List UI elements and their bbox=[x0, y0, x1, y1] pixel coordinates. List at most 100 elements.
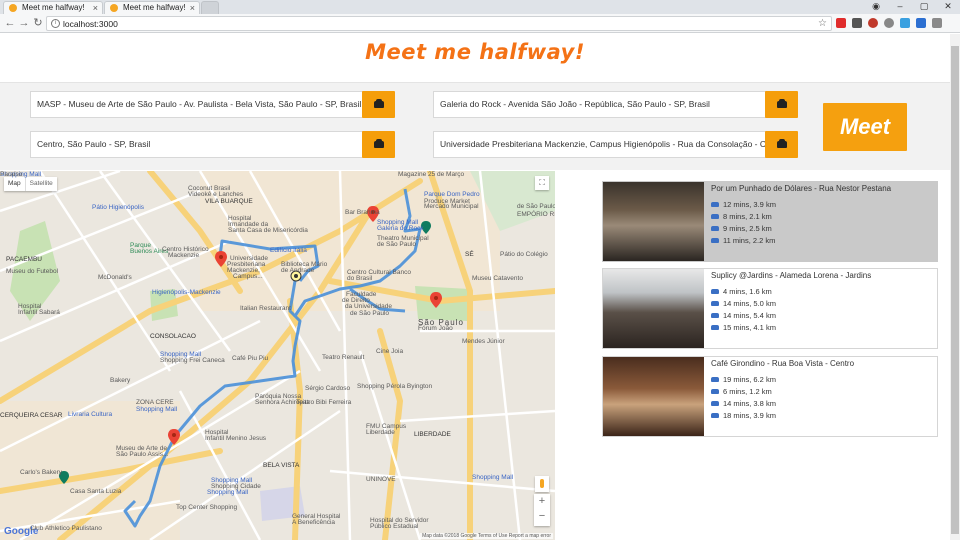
pegman-icon[interactable] bbox=[535, 476, 549, 492]
close-tab-icon[interactable]: × bbox=[93, 2, 98, 14]
extension-icon[interactable] bbox=[884, 18, 894, 28]
result-card[interactable]: Por um Punhado de Dólares - Rua Nestor P… bbox=[602, 181, 938, 262]
car-icon bbox=[711, 288, 719, 294]
map-label: Edifício Itália bbox=[270, 247, 307, 254]
map-label: São Paulo Assis... bbox=[116, 451, 169, 458]
menu-icon[interactable] bbox=[932, 18, 942, 28]
address-input-4[interactable]: Universidade Presbiteriana Mackenzie, Ca… bbox=[433, 131, 766, 158]
travel-mode-button-2[interactable] bbox=[765, 91, 798, 118]
map-pin-red-icon bbox=[168, 429, 180, 445]
scrollbar-thumb[interactable] bbox=[951, 46, 959, 534]
travel-mode-button-4[interactable] bbox=[765, 131, 798, 158]
map-attribution[interactable]: Map data ©2018 Google Terms of Use Repor… bbox=[420, 533, 553, 539]
map-pin-red-icon bbox=[215, 251, 227, 267]
extension-icon[interactable] bbox=[868, 18, 878, 28]
maximize-icon[interactable]: ▢ bbox=[914, 0, 934, 13]
car-icon bbox=[374, 139, 384, 148]
reload-icon[interactable]: ↻ bbox=[31, 16, 45, 30]
map-label: Parque Dom Pedro bbox=[424, 191, 480, 198]
map-label: Bar Brahma bbox=[345, 209, 380, 216]
map-type-satellite[interactable]: Satellite bbox=[24, 177, 57, 191]
travel-time: 6 mins, 1.2 km bbox=[723, 387, 772, 396]
result-card[interactable]: Café Girondino - Rua Boa Vista - Centro 1… bbox=[602, 356, 938, 437]
car-icon bbox=[711, 388, 719, 394]
fullscreen-icon[interactable]: ⛶ bbox=[535, 176, 549, 190]
map-label: ZONA CERE bbox=[136, 399, 174, 406]
travel-time-row: 19 mins, 6.2 km bbox=[711, 375, 776, 384]
map-label: Higienópolis-Mackenzie bbox=[152, 289, 221, 296]
address-input-3[interactable]: Centro, São Paulo - SP, Brasil bbox=[30, 131, 363, 158]
back-icon[interactable]: ← bbox=[3, 16, 17, 30]
travel-time-row: 6 mins, 1.2 km bbox=[711, 387, 772, 396]
travel-time-row: 18 mins, 3.9 km bbox=[711, 411, 776, 420]
youtube-extension-icon[interactable] bbox=[836, 18, 846, 28]
zoom-in-button[interactable]: + bbox=[534, 494, 550, 509]
map-label: Videokê e Lanches bbox=[188, 191, 244, 198]
car-icon bbox=[711, 400, 719, 406]
browser-tab-1[interactable]: Meet me halfway! × bbox=[3, 1, 103, 14]
car-icon bbox=[711, 300, 719, 306]
map-label: LIBERDADE bbox=[414, 431, 451, 438]
map-label: Museu Catavento bbox=[472, 275, 523, 282]
map-label: Infantil Sabará bbox=[18, 309, 60, 316]
car-icon bbox=[777, 99, 787, 108]
profile-icon[interactable]: ◉ bbox=[866, 0, 886, 13]
url-text: localhost:3000 bbox=[63, 19, 118, 29]
bookmark-star-icon[interactable]: ☆ bbox=[818, 17, 827, 31]
info-icon[interactable]: i bbox=[51, 19, 60, 28]
travel-time: 15 mins, 4.1 km bbox=[723, 323, 776, 332]
address-input-1[interactable]: MASP - Museu de Arte de São Paulo - Av. … bbox=[30, 91, 363, 118]
travel-mode-button-1[interactable] bbox=[362, 91, 395, 118]
close-window-icon[interactable]: ✕ bbox=[938, 0, 958, 13]
map-label: CERQUEIRA CESAR bbox=[0, 412, 63, 419]
map-label: BELA VISTA bbox=[263, 462, 300, 469]
result-card[interactable]: Suplicy @Jardins - Alameda Lorena - Jard… bbox=[602, 268, 938, 349]
car-icon bbox=[711, 213, 719, 219]
map-label: Mendes Júnior bbox=[462, 338, 505, 345]
url-input[interactable]: i localhost:3000 ☆ bbox=[46, 16, 832, 31]
map-label: Shopping Mall bbox=[472, 474, 514, 481]
extension-icon[interactable] bbox=[916, 18, 926, 28]
travel-time-row: 8 mins, 2.1 km bbox=[711, 212, 772, 221]
map-label: Mercado Municipal bbox=[424, 203, 479, 210]
close-tab-icon[interactable]: × bbox=[190, 2, 195, 14]
travel-mode-button-3[interactable] bbox=[362, 131, 395, 158]
page-scrollbar[interactable] bbox=[950, 34, 960, 540]
map-label: Pátio Higienópolis bbox=[92, 204, 145, 211]
map-label: da Universidade bbox=[345, 303, 392, 310]
car-icon bbox=[777, 139, 787, 148]
car-icon bbox=[711, 324, 719, 330]
map-label: Infantil Menino Jesus bbox=[205, 435, 267, 442]
travel-time: 4 mins, 1.6 km bbox=[723, 287, 772, 296]
meet-button[interactable]: Meet bbox=[823, 103, 907, 151]
map-label: Museu do Futebol bbox=[6, 268, 59, 275]
map-label: VILA BUARQUE bbox=[205, 198, 253, 205]
minimize-icon[interactable]: – bbox=[890, 0, 910, 13]
venue-name: Por um Punhado de Dólares - Rua Nestor P… bbox=[711, 184, 892, 193]
map-label: Shopping Mall bbox=[136, 406, 178, 413]
travel-time: 8 mins, 2.1 km bbox=[723, 212, 772, 221]
car-icon bbox=[374, 99, 384, 108]
zoom-out-button[interactable]: − bbox=[534, 509, 550, 524]
map-label: Liberdade bbox=[366, 429, 395, 436]
map[interactable]: Map Satellite ⛶ + − Google Map data ©201… bbox=[0, 171, 555, 540]
map-label: Livraria Cultura bbox=[68, 411, 113, 418]
forward-icon[interactable]: → bbox=[17, 16, 31, 30]
map-label: Club Athletico Paulistano bbox=[30, 525, 102, 532]
extension-icon[interactable] bbox=[900, 18, 910, 28]
map-label: CONSOLACAO bbox=[150, 333, 196, 340]
travel-time-row: 9 mins, 2.5 km bbox=[711, 224, 772, 233]
car-icon bbox=[711, 312, 719, 318]
favicon-icon bbox=[9, 4, 17, 12]
map-label: Cine Joia bbox=[376, 348, 404, 355]
map-label: Italian Restaurant bbox=[240, 305, 291, 312]
new-tab-button[interactable] bbox=[201, 1, 219, 14]
travel-time-row: 4 mins, 1.6 km bbox=[711, 287, 772, 296]
address-input-2[interactable]: Galeria do Rock - Avenida São João - Rep… bbox=[433, 91, 766, 118]
browser-tab-2[interactable]: Meet me halfway! × bbox=[104, 1, 200, 14]
travel-time-row: 12 mins, 3.9 km bbox=[711, 200, 776, 209]
travel-time: 14 mins, 3.8 km bbox=[723, 399, 776, 408]
extension-icon[interactable] bbox=[852, 18, 862, 28]
map-label: de São Paulo bbox=[350, 310, 390, 317]
map-type-map[interactable]: Map bbox=[4, 177, 25, 191]
